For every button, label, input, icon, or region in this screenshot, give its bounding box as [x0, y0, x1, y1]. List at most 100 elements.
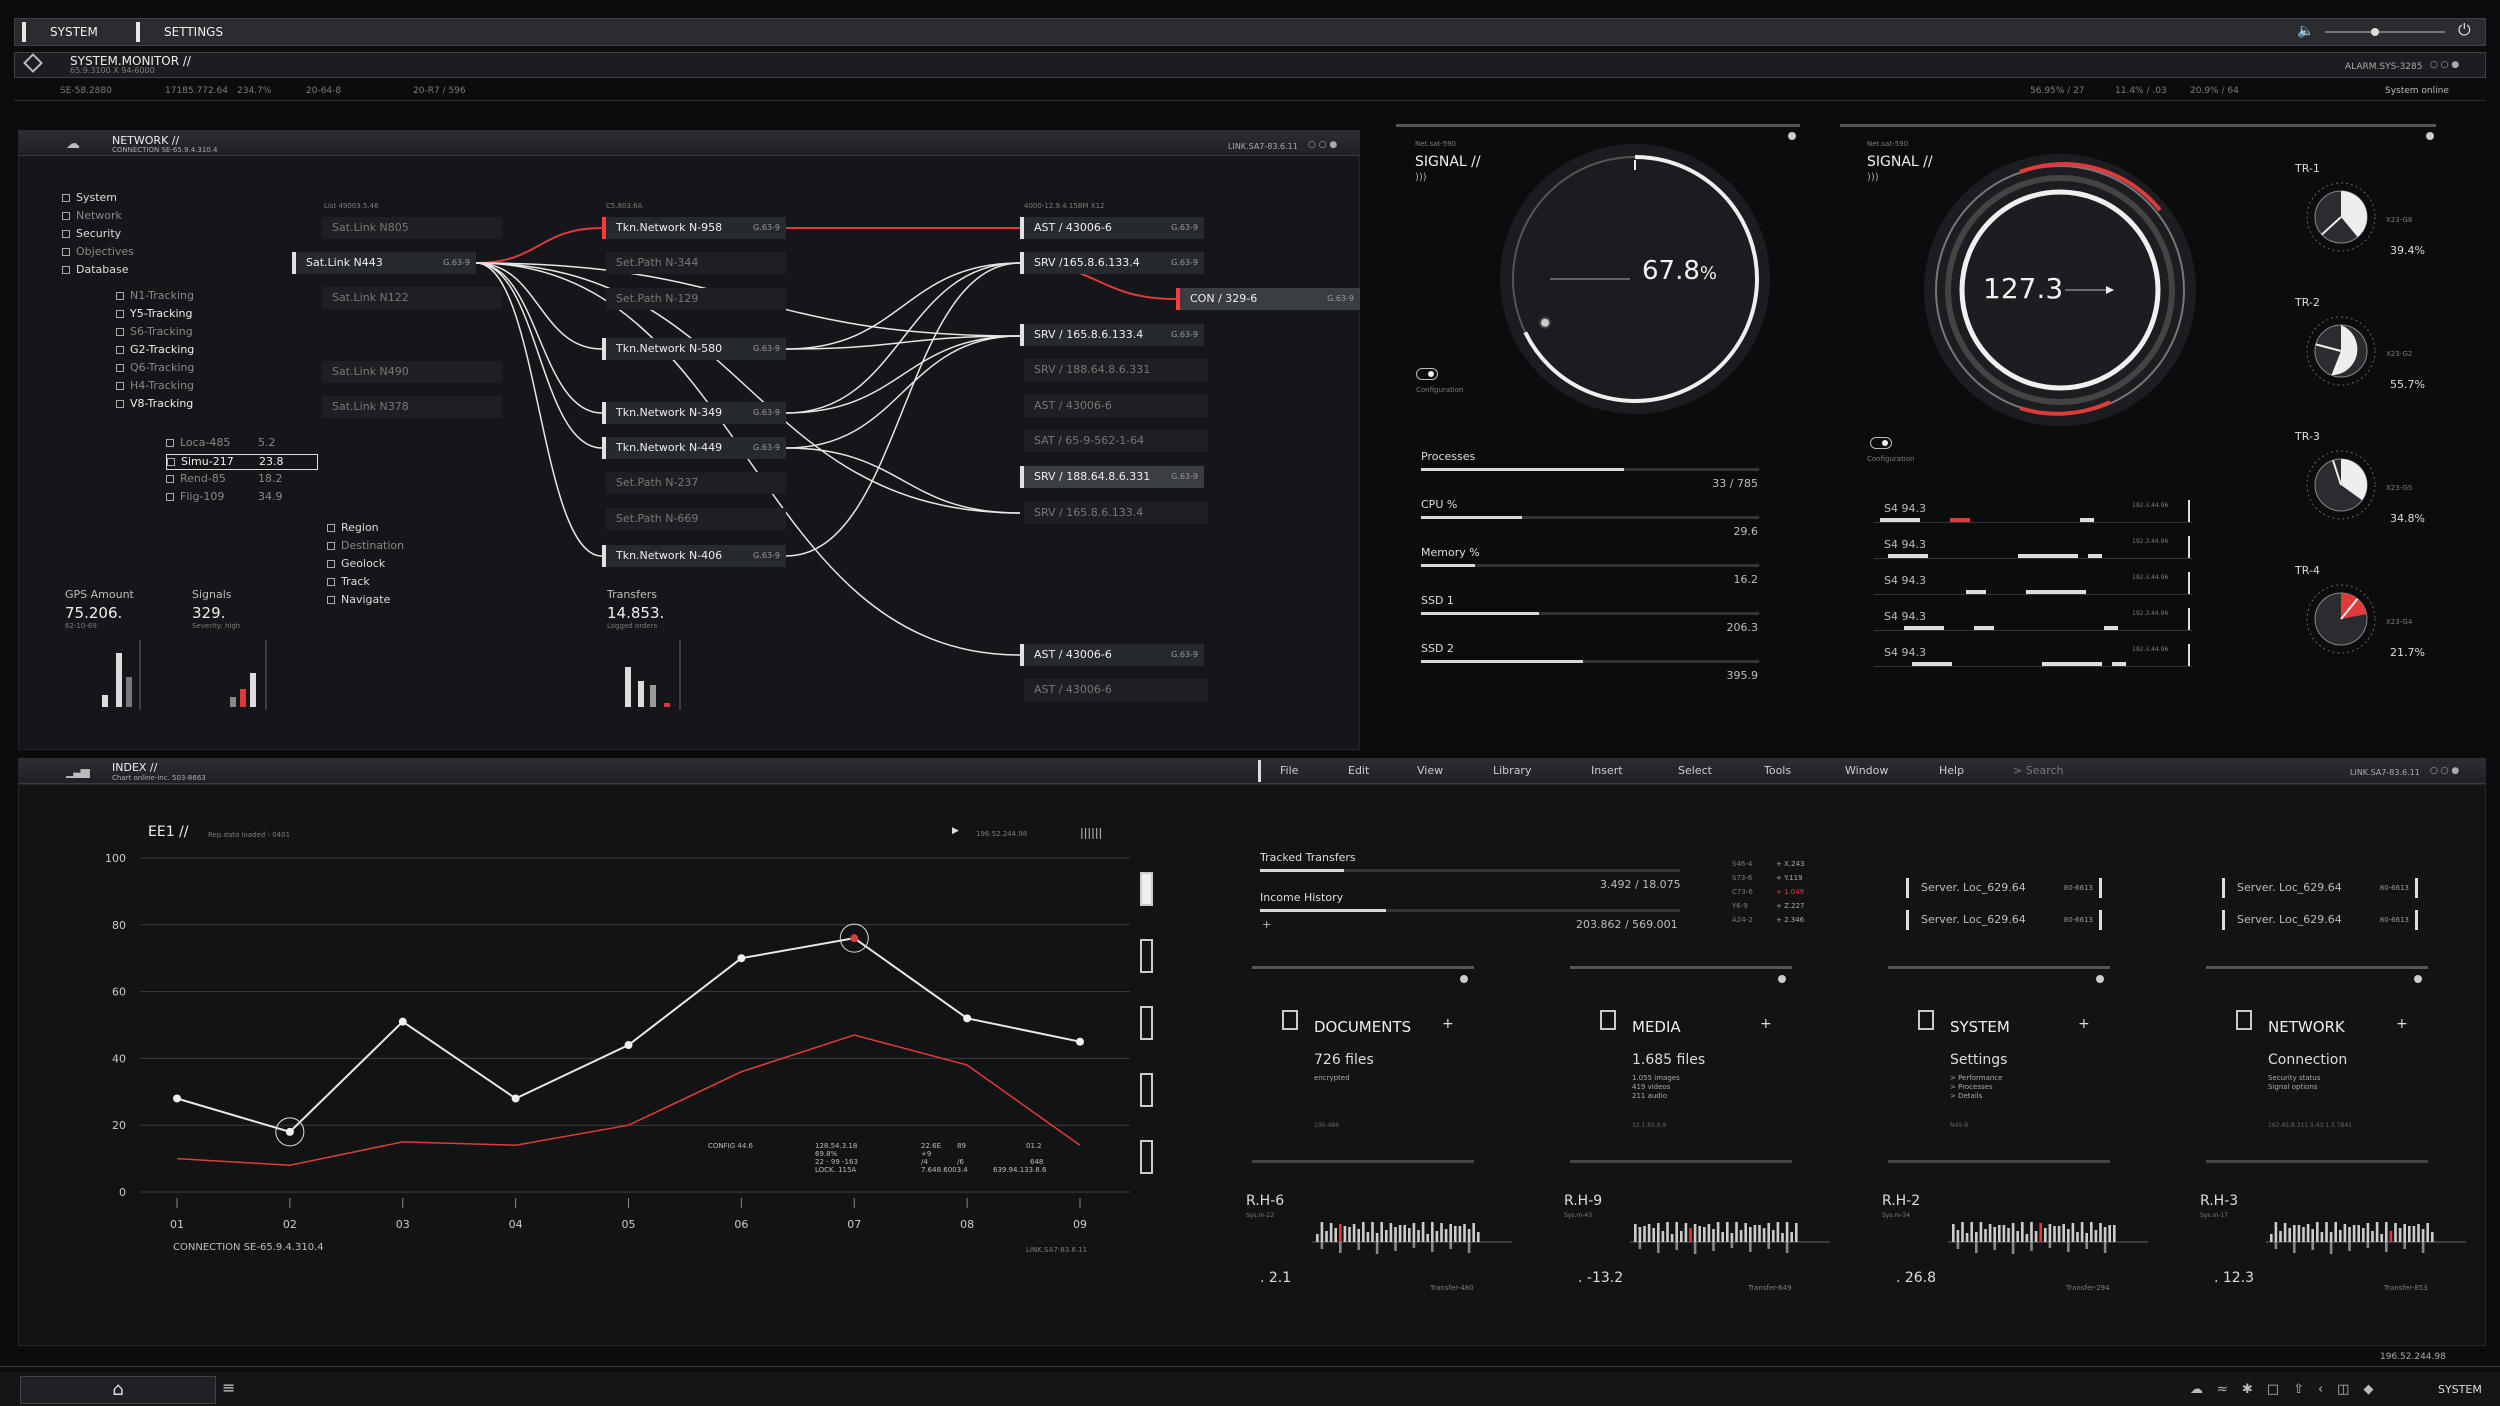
- leaf-item[interactable]: Loca-485 5.2: [166, 436, 318, 452]
- rh-name: R.H-3: [2200, 1193, 2239, 1209]
- taskbar-system[interactable]: SYSTEM: [2438, 1383, 2482, 1396]
- menu-item-view[interactable]: View: [1417, 764, 1443, 777]
- leaf-item[interactable]: Simu-217 23.8: [166, 454, 318, 470]
- tray-icons[interactable]: ☁≈✱□⇧‹◫◆: [2190, 1382, 2387, 1397]
- col2-node[interactable]: Tkn.Network N-449 G.63-9: [602, 437, 786, 459]
- x-tick-label: 04: [509, 1218, 523, 1231]
- leaf-item[interactable]: Flig-109 34.9: [166, 490, 318, 506]
- nav-item-network[interactable]: Network: [62, 209, 122, 222]
- tracking-item[interactable]: V8-Tracking: [116, 397, 193, 410]
- volume-icon[interactable]: 🔈: [2297, 23, 2314, 39]
- col2-node[interactable]: Tkn.Network N-349 G.63-9: [602, 402, 786, 424]
- chart-side-button[interactable]: [1140, 1073, 1153, 1107]
- income-plus[interactable]: +: [1262, 918, 1271, 931]
- config-toggle-1[interactable]: [1416, 368, 1438, 380]
- power-icon[interactable]: ⏻: [2458, 20, 2471, 40]
- menu-item-file[interactable]: File: [1280, 764, 1298, 777]
- node-label: AST / 43006-6: [1034, 221, 1112, 234]
- col3-node[interactable]: AST / 43006-6: [1024, 679, 1208, 701]
- tracking-item[interactable]: H4-Tracking: [116, 379, 194, 392]
- server-item[interactable]: Server. Loc_629.64 80-6613: [2222, 878, 2418, 898]
- leaf-item[interactable]: Rend-85 18.2: [166, 472, 318, 488]
- region-item[interactable]: Region: [327, 521, 379, 534]
- nav-item-objectives[interactable]: Objectives: [62, 245, 134, 258]
- chart-side-button[interactable]: [1140, 939, 1153, 973]
- window-controls[interactable]: ○ ○ ●: [2430, 60, 2459, 70]
- col3-node[interactable]: SRV / 188.64.8.6.331: [1024, 359, 1208, 381]
- col3-node[interactable]: AST / 43006-6: [1024, 395, 1208, 417]
- tracking-item[interactable]: Q6-Tracking: [116, 361, 194, 374]
- tracking-item[interactable]: S6-Tracking: [116, 325, 193, 338]
- nav-item-security[interactable]: Security: [62, 227, 121, 240]
- mini-value: + X.243: [1776, 860, 1805, 868]
- menu-item-tools[interactable]: Tools: [1764, 764, 1791, 777]
- index-controls[interactable]: ○ ○ ●: [2430, 766, 2459, 776]
- menu-item-help[interactable]: Help: [1939, 764, 1964, 777]
- col1-node[interactable]: Sat.Link N122: [322, 287, 502, 309]
- menu-item-edit[interactable]: Edit: [1348, 764, 1369, 777]
- col2-node[interactable]: Set.Path N-669: [606, 508, 786, 530]
- col3-node[interactable]: SRV /165.8.6.133.4 G.63-9: [1020, 252, 1204, 274]
- x-tick-label: 03: [396, 1218, 410, 1231]
- region-item[interactable]: Geolock: [327, 557, 385, 570]
- col2-node[interactable]: Set.Path N-344: [606, 252, 786, 274]
- data-point[interactable]: [1076, 1037, 1084, 1046]
- menu-item-library[interactable]: Library: [1493, 764, 1531, 777]
- tracking-item[interactable]: G2-Tracking: [116, 343, 194, 356]
- col3-node[interactable]: SRV / 188.64.8.6.331 G.63-9: [1020, 466, 1204, 488]
- menu-item-select[interactable]: Select: [1678, 764, 1712, 777]
- col3-node[interactable]: SRV / 165.8.6.133.4 G.63-9: [1020, 324, 1204, 346]
- col3-node[interactable]: AST / 43006-6 G.63-9: [1020, 644, 1204, 666]
- menu-item-search[interactable]: > Search: [2013, 764, 2064, 777]
- data-point[interactable]: [285, 1127, 294, 1136]
- col3-node[interactable]: AST / 43006-6 G.63-9: [1020, 217, 1204, 239]
- card-add-button[interactable]: +: [2078, 1016, 2090, 1032]
- col2-node[interactable]: Set.Path N-129: [606, 288, 786, 310]
- con-node[interactable]: CON / 329-6 G.63-9: [1176, 288, 1360, 310]
- home-button[interactable]: ⌂: [20, 1376, 216, 1404]
- col3-node[interactable]: SAT / 65-9-562-1-64: [1024, 430, 1208, 452]
- col2-node[interactable]: Tkn.Network N-406 G.63-9: [602, 545, 786, 567]
- volume-slider[interactable]: [2325, 28, 2445, 36]
- col3-node[interactable]: SRV / 165.8.6.133.4: [1024, 502, 1208, 524]
- region-item[interactable]: Track: [327, 575, 370, 588]
- server-item[interactable]: Server. Loc_629.64 80-6613: [2222, 910, 2418, 930]
- nav-item-system[interactable]: System: [62, 191, 117, 204]
- data-point[interactable]: [398, 1017, 407, 1026]
- data-point[interactable]: [737, 954, 746, 963]
- server-item[interactable]: Server. Loc_629.64 80-6613: [1906, 910, 2102, 930]
- card-foot: 195-486: [1314, 1122, 1340, 1129]
- card-add-button[interactable]: +: [2396, 1016, 2408, 1032]
- server-label: Server. Loc_629.64: [2237, 881, 2342, 894]
- card-add-button[interactable]: +: [1760, 1016, 1772, 1032]
- tracking-item[interactable]: Y5-Tracking: [116, 307, 192, 320]
- data-point[interactable]: [511, 1094, 520, 1103]
- menu-item-window[interactable]: Window: [1845, 764, 1888, 777]
- chart-side-button[interactable]: [1140, 1006, 1153, 1040]
- tracking-item[interactable]: N1-Tracking: [116, 289, 194, 302]
- chart-side-button[interactable]: [1140, 872, 1153, 906]
- data-point[interactable]: [963, 1014, 972, 1023]
- taskbar: [0, 1372, 2500, 1406]
- config-toggle-2[interactable]: [1870, 437, 1892, 449]
- col1-node[interactable]: Sat.Link N805: [322, 217, 502, 239]
- chart-side-button[interactable]: [1140, 1140, 1153, 1174]
- data-point[interactable]: [850, 934, 859, 943]
- data-point[interactable]: [173, 1094, 181, 1103]
- data-point[interactable]: [624, 1041, 633, 1050]
- col1-node[interactable]: Sat.Link N490: [322, 361, 502, 383]
- chart-note: /6: [957, 1158, 964, 1166]
- nav-item-database[interactable]: Database: [62, 263, 129, 276]
- col2-node[interactable]: Tkn.Network N-958 G.63-9: [602, 217, 786, 239]
- col2-node[interactable]: Set.Path N-237: [606, 472, 786, 494]
- server-item[interactable]: Server. Loc_629.64 80-6613: [1906, 878, 2102, 898]
- bottom-divider: [0, 1366, 2500, 1367]
- menu-lines-icon[interactable]: ≡: [222, 1378, 235, 1397]
- card-add-button[interactable]: +: [1442, 1016, 1454, 1032]
- col1-node[interactable]: Sat.Link N443 G.63-9: [292, 252, 476, 274]
- menu-item-insert[interactable]: Insert: [1591, 764, 1623, 777]
- region-item[interactable]: Navigate: [327, 593, 390, 606]
- col2-node[interactable]: Tkn.Network N-580 G.63-9: [602, 338, 786, 360]
- region-item[interactable]: Destination: [327, 539, 404, 552]
- col1-node[interactable]: Sat.Link N378: [322, 396, 502, 418]
